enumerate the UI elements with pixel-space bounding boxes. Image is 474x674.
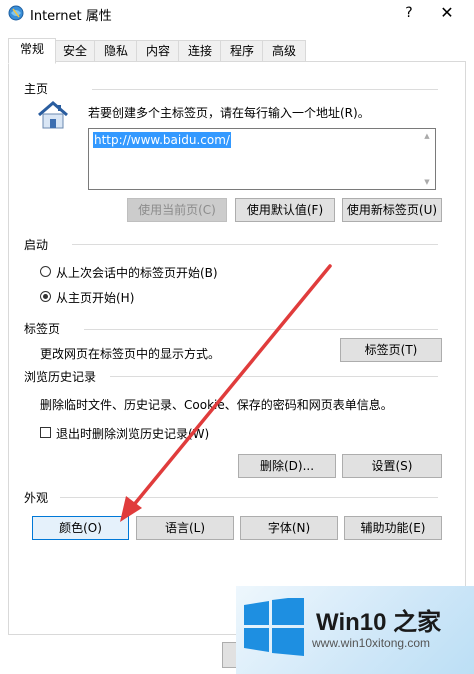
tab-general[interactable]: 常规	[8, 38, 56, 64]
annotation-arrow-icon	[120, 264, 332, 522]
